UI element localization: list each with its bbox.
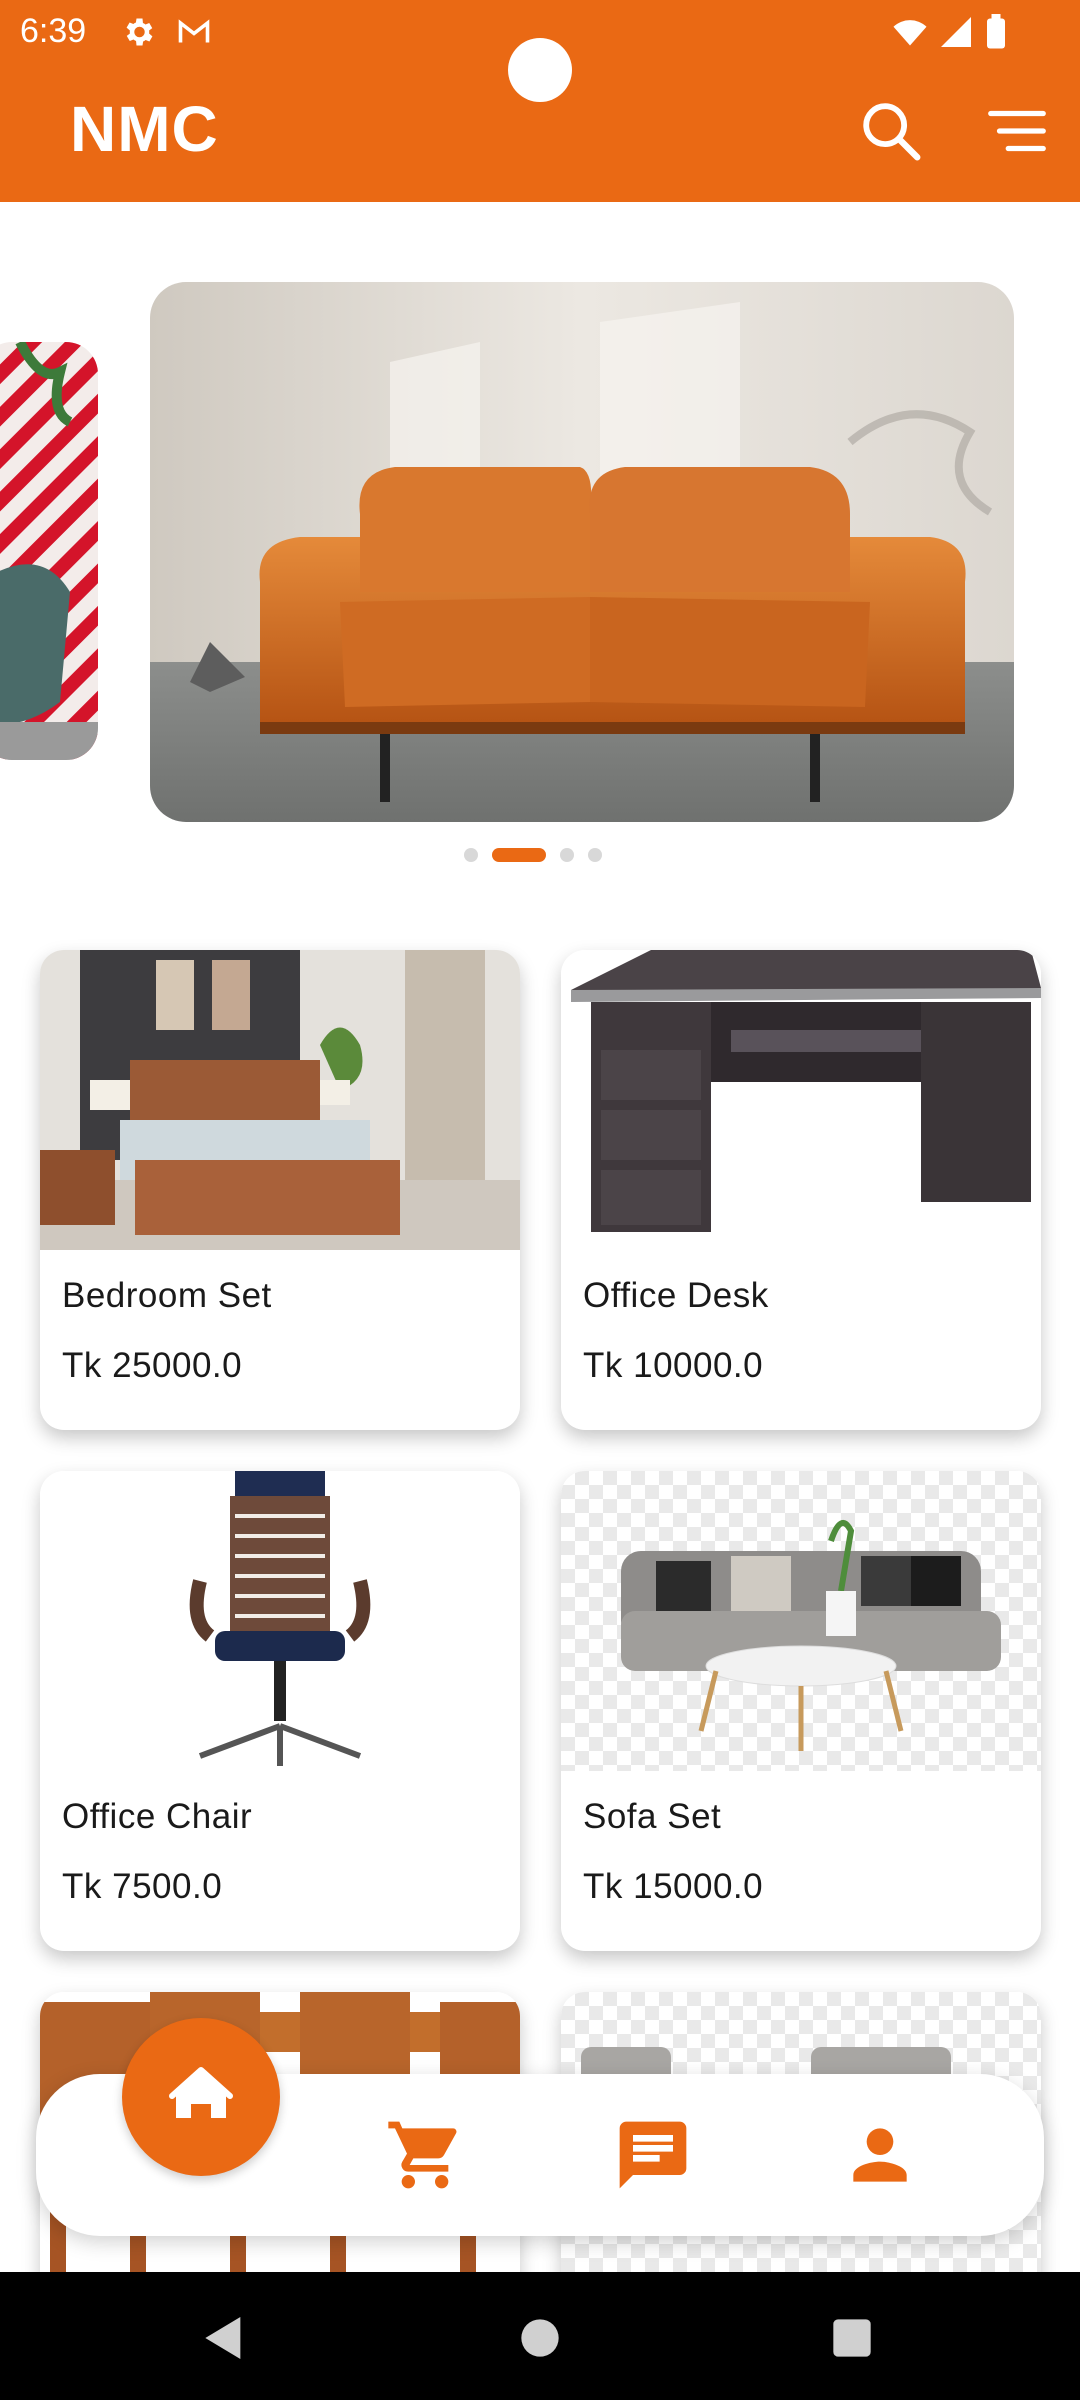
app-title: NMC (70, 93, 219, 165)
product-card-sofa-set[interactable]: Sofa Set Tk 15000.0 (561, 1471, 1041, 1951)
profile-icon[interactable] (840, 2115, 920, 2195)
product-name: Sofa Set (583, 1797, 722, 1836)
office-chair-image (40, 1471, 520, 1771)
product-card-office-desk[interactable]: Office Desk Tk 10000.0 (561, 950, 1041, 1430)
orange-leather-sofa-photo (150, 282, 1014, 822)
product-name: Office Desk (583, 1276, 769, 1315)
gmail-icon (178, 19, 210, 43)
banner-carousel[interactable] (0, 202, 1080, 902)
battery-icon (987, 14, 1005, 49)
bedroom-set-image (40, 950, 520, 1250)
home-circle-icon[interactable] (512, 2310, 568, 2366)
carousel-dot-2-active[interactable] (492, 848, 546, 862)
system-navigation-bar (0, 2272, 1080, 2400)
product-price: Tk 25000.0 (62, 1346, 243, 1385)
home-nav-button[interactable] (122, 2018, 280, 2176)
product-price: Tk 15000.0 (583, 1867, 764, 1906)
filter-menu-icon[interactable] (982, 96, 1052, 166)
cart-icon[interactable] (385, 2115, 465, 2195)
back-icon[interactable] (196, 2310, 252, 2366)
camera-cutout (508, 38, 572, 102)
office-desk-image (561, 950, 1041, 1250)
chat-icon[interactable] (613, 2115, 693, 2195)
carousel-slide-previous[interactable] (0, 342, 98, 760)
home-icon (169, 2067, 233, 2118)
signal-icon (941, 17, 971, 47)
carousel-dot-3[interactable] (560, 848, 574, 862)
product-price: Tk 7500.0 (62, 1867, 223, 1906)
search-icon[interactable] (856, 96, 926, 166)
red-striped-chair-photo (0, 342, 98, 760)
product-name: Bedroom Set (62, 1276, 272, 1315)
app-bar: 6:39 NMC (0, 0, 1080, 202)
wifi-icon (893, 20, 927, 46)
product-card-office-chair[interactable]: Office Chair Tk 7500.0 (40, 1471, 520, 1951)
product-price: Tk 10000.0 (583, 1346, 764, 1385)
settings-icon (126, 18, 153, 46)
product-name: Office Chair (62, 1797, 253, 1836)
carousel-indicators (0, 844, 1080, 864)
carousel-dot-1[interactable] (464, 848, 478, 862)
carousel-slide-active[interactable] (150, 282, 1014, 822)
carousel-dot-4[interactable] (588, 848, 602, 862)
recents-icon[interactable] (824, 2310, 880, 2366)
sofa-set-image (561, 1471, 1041, 1771)
product-card-bedroom-set[interactable]: Bedroom Set Tk 25000.0 (40, 950, 520, 1430)
status-time: 6:39 (20, 12, 87, 50)
